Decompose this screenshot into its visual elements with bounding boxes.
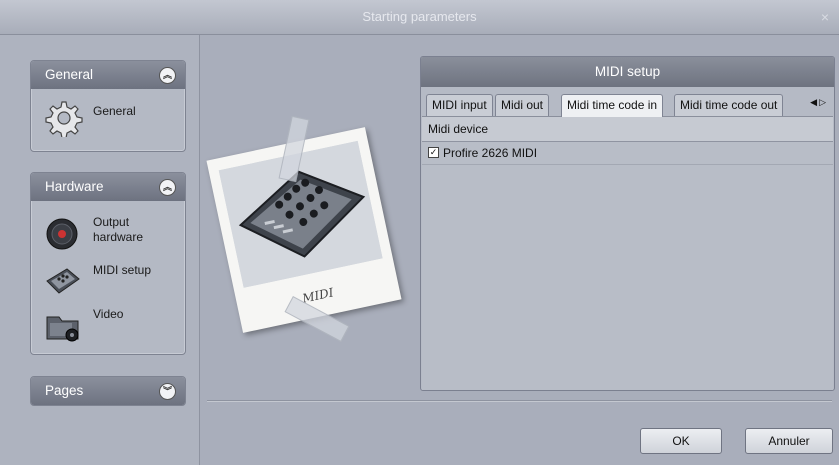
- sidebar-item-video-label: Video: [93, 307, 124, 321]
- column-header-midi-device: Midi device: [422, 117, 833, 142]
- sidebar-item-general[interactable]: General: [45, 99, 175, 139]
- sidebar-item-midi-setup-label: MIDI setup: [93, 263, 152, 277]
- midi-controller-icon: [45, 267, 81, 298]
- ok-button[interactable]: OK: [640, 428, 722, 454]
- general-group: General ︽ General: [30, 60, 186, 152]
- midi-setup-title: MIDI setup: [421, 57, 834, 87]
- tab-midi-out[interactable]: Midi out: [495, 94, 550, 116]
- sidebar-item-general-label: General: [93, 104, 136, 118]
- tab-midi-input[interactable]: MIDI input: [426, 94, 493, 116]
- sidebar: General ︽ General Hardware ︽ Output hard…: [0, 35, 200, 465]
- tab-scroll-arrows: ◀▷: [810, 97, 828, 108]
- speaker-icon: [45, 217, 79, 254]
- sidebar-item-output-hardware-label: Output hardware: [93, 215, 144, 244]
- sidebar-item-midi-setup[interactable]: MIDI setup: [45, 263, 175, 299]
- expand-icon[interactable]: ︾: [159, 383, 176, 400]
- footer-divider: [207, 400, 832, 402]
- midi-device-list: Midi device ✓ Profire 2626 MIDI: [422, 116, 833, 390]
- hardware-group: Hardware ︽ Output hardware MIDI setup Vi…: [30, 172, 186, 355]
- pages-group-header[interactable]: Pages ︾: [31, 377, 185, 405]
- general-group-title: General: [45, 67, 94, 82]
- sidebar-item-video[interactable]: Video: [45, 307, 175, 347]
- midi-setup-panel: MIDI setup MIDI input Midi out Midi time…: [420, 56, 835, 391]
- list-item[interactable]: ✓ Profire 2626 MIDI: [422, 142, 833, 165]
- sidebar-item-output-hardware[interactable]: Output hardware: [45, 215, 175, 255]
- title-bar: Starting parameters ×: [0, 0, 839, 35]
- gear-icon: [45, 99, 83, 140]
- general-group-header[interactable]: General ︽: [31, 61, 185, 89]
- hardware-group-title: Hardware: [45, 179, 104, 194]
- tab-scroll-left-icon[interactable]: ◀: [810, 97, 819, 107]
- pages-group: Pages ︾: [30, 376, 186, 406]
- device-name: Profire 2626 MIDI: [443, 146, 538, 160]
- collapse-icon[interactable]: ︽: [159, 67, 176, 84]
- device-checkbox[interactable]: ✓: [428, 147, 439, 159]
- close-icon[interactable]: ×: [821, 0, 829, 34]
- collapse-icon[interactable]: ︽: [159, 179, 176, 196]
- tab-bar: MIDI input Midi out Midi time code in Mi…: [421, 94, 834, 117]
- midi-controller-photo: [218, 140, 383, 288]
- tab-scroll-right-icon[interactable]: ▷: [819, 97, 828, 107]
- hardware-group-header[interactable]: Hardware ︽: [31, 173, 185, 201]
- pages-group-title: Pages: [45, 383, 84, 398]
- window-title: Starting parameters: [362, 9, 477, 24]
- tab-midi-time-code-out[interactable]: Midi time code out: [674, 94, 784, 116]
- video-folder-icon: [45, 309, 81, 346]
- tab-midi-time-code-in[interactable]: Midi time code in: [561, 94, 664, 117]
- cancel-button[interactable]: Annuler: [745, 428, 833, 454]
